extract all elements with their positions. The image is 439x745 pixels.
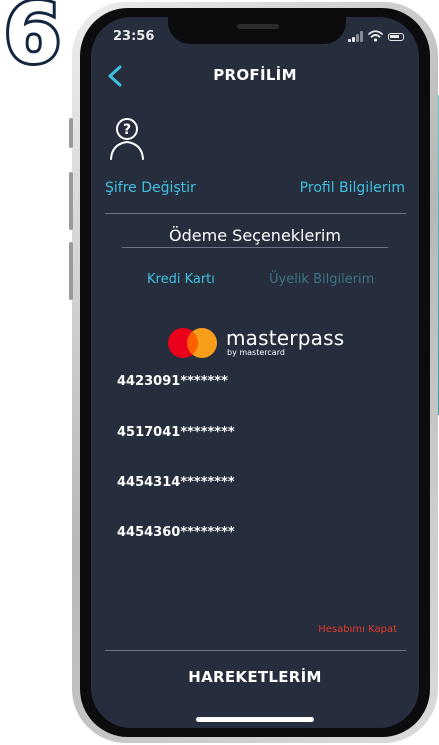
close-account-link[interactable]: Hesabımı Kapat — [318, 624, 397, 635]
battery-icon — [388, 33, 404, 41]
silent-switch — [69, 118, 73, 148]
saved-card-item[interactable]: 4423091******* — [117, 374, 228, 389]
saved-card-item[interactable]: 4454314******** — [117, 475, 235, 490]
status-time: 23:56 — [113, 29, 155, 44]
home-indicator — [196, 717, 314, 722]
status-icons — [348, 30, 408, 44]
masterpass-brand: masterpass — [226, 326, 345, 350]
tab-membership-info[interactable]: Üyelik Bilgilerim — [269, 272, 374, 287]
change-password-link[interactable]: Şifre Değiştir — [105, 180, 196, 196]
section-underline — [122, 247, 388, 248]
speaker — [237, 24, 279, 29]
user-question-icon: ? — [110, 118, 144, 160]
svg-text:?: ? — [123, 122, 131, 138]
transactions-nav-button[interactable]: HAREKETLERİM — [150, 668, 360, 686]
footer-divider — [105, 650, 406, 651]
profile-info-link[interactable]: Profil Bilgilerim — [300, 180, 405, 196]
page-title: PROFİLİM — [213, 66, 297, 84]
volume-up-button — [69, 172, 73, 230]
step-number: 6 — [1, 0, 64, 82]
mastercard-logo-icon — [168, 328, 217, 358]
masterpass-subtitle: by mastercard — [227, 348, 285, 357]
divider — [105, 213, 406, 214]
chevron-left-icon[interactable] — [103, 64, 127, 88]
signal-icon — [348, 30, 363, 42]
saved-card-item[interactable]: 4454360******** — [117, 525, 235, 540]
saved-card-item[interactable]: 4517041******** — [117, 425, 235, 440]
volume-down-button — [69, 242, 73, 300]
wifi-icon — [368, 30, 383, 42]
section-title: Ödeme Seçeneklerim — [169, 226, 341, 245]
tab-credit-card[interactable]: Kredi Kartı — [147, 272, 215, 287]
